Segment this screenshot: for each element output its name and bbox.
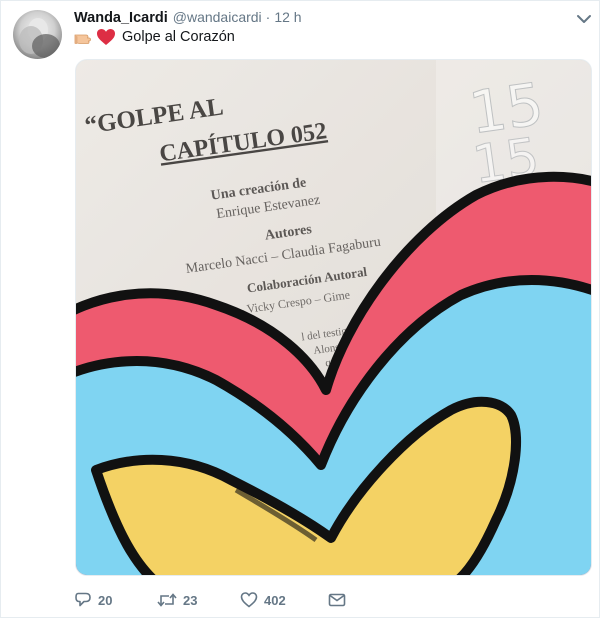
retweet-icon: [157, 593, 177, 607]
heart-icon: [240, 592, 258, 608]
reply-icon: [75, 592, 91, 607]
tweet-text: Golpe al Corazón: [122, 29, 235, 45]
reply-count: 20: [98, 592, 113, 608]
red-heart-icon: [97, 29, 115, 45]
direct-message-button[interactable]: [328, 589, 346, 611]
tweet-header: Wanda_Icardi @wandaicardi · 12 h: [74, 9, 302, 29]
like-count: 402: [264, 592, 286, 608]
tweet-actions: 20 23 402: [74, 589, 346, 611]
tweet-media-image[interactable]: “GOLPE AL CAPÍTULO 052 Una creación de E…: [75, 59, 592, 576]
like-button[interactable]: 402: [240, 589, 328, 611]
reply-button[interactable]: 20: [74, 589, 157, 611]
tweet-card[interactable]: Wanda_Icardi @wandaicardi · 12 h Golpe a…: [0, 0, 600, 618]
user-handle[interactable]: @wandaicardi: [173, 9, 262, 25]
backhand-index-pointing-right-icon: [74, 34, 91, 44]
retweet-button[interactable]: 23: [157, 589, 240, 611]
separator-dot: ·: [265, 9, 271, 25]
retweet-count: 23: [183, 592, 198, 608]
avatar[interactable]: [13, 10, 62, 59]
timestamp[interactable]: 12 h: [274, 9, 301, 25]
chevron-down-icon[interactable]: [576, 13, 592, 25]
tweet-text-row: Golpe al Corazón: [74, 27, 235, 47]
display-name[interactable]: Wanda_Icardi: [74, 10, 168, 26]
envelope-icon: [328, 593, 346, 607]
